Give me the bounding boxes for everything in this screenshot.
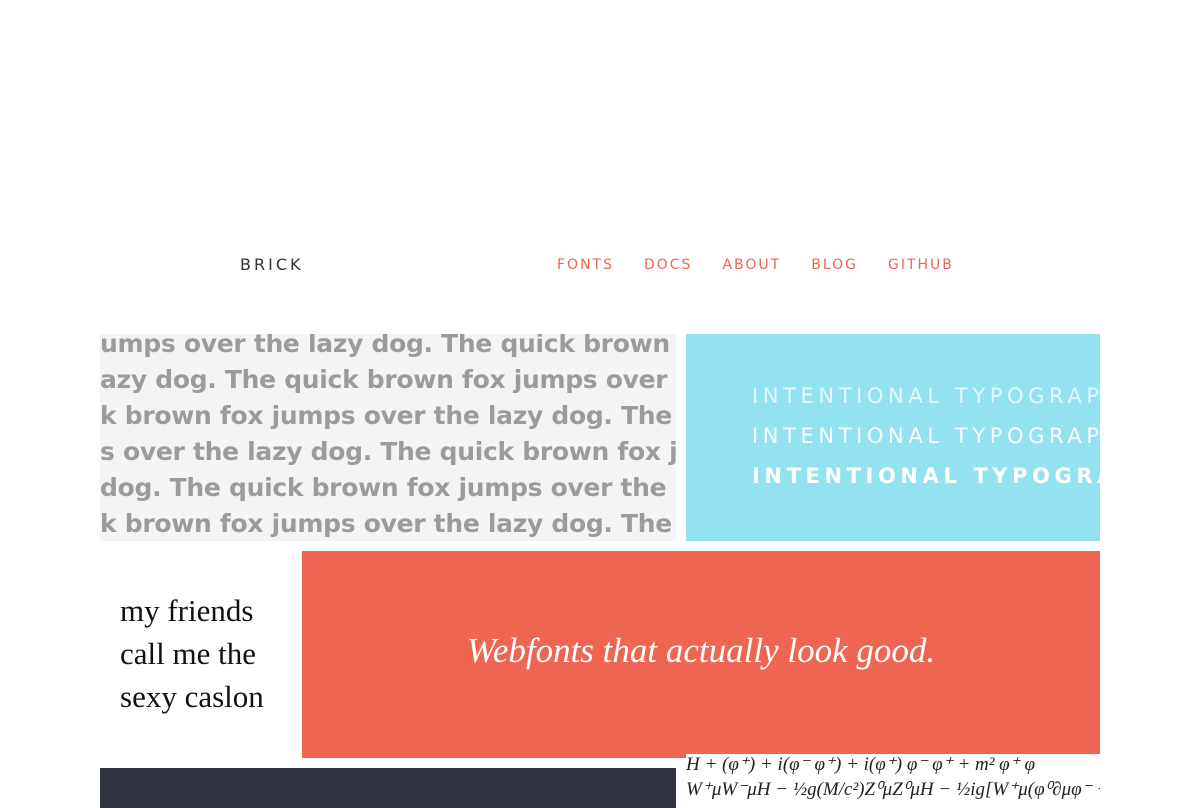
caslon-line: my friends [120,593,254,628]
pangram-line: k brown fox jumps over the lazy dog. The… [100,509,676,538]
typography-line-light: INTENTIONAL TYPOGRAPHY [752,384,1100,408]
math-formula-line: W⁺μW⁻μH − ½g(M/c²)Z⁰μZ⁰μH − ½ig[W⁺μ(φ⁰∂μ… [686,779,1100,800]
site-header: BRICK FONTS DOCS ABOUT BLOG GITHUB [0,0,1200,320]
math-tile: H + (φ⁺) + i(φ⁻ φ⁺) + i(φ⁺) φ⁻ φ⁺ + m² φ… [686,754,1100,804]
caslon-line: call me the [120,636,256,671]
nav-link-blog[interactable]: BLOG [811,256,858,274]
webfonts-tile: Webfonts that actually look good. [302,551,1100,758]
main-nav: FONTS DOCS ABOUT BLOG GITHUB [557,256,954,274]
typography-tile: INTENTIONAL TYPOGRAPHY INTENTIONAL TYPOG… [686,334,1100,541]
webfonts-tagline: Webfonts that actually look good. [466,631,936,670]
typography-line-bold: INTENTIONAL TYPOGRAPHY [752,464,1100,488]
typography-line-regular: INTENTIONAL TYPOGRAPHY [752,424,1100,448]
pangram-line: dog. The quick brown fox jumps over the … [100,473,676,502]
math-formula-line: H + (φ⁺) + i(φ⁻ φ⁺) + i(φ⁺) φ⁻ φ⁺ + m² φ… [686,754,1035,775]
nav-link-about[interactable]: ABOUT [722,256,781,274]
caslon-line: sexy caslon [120,679,264,714]
pangram-line: azy dog. The quick brown fox jumps over … [100,365,676,394]
pangram-line: s over the lazy dog. The quick brown fox… [100,437,676,466]
caslon-tile: my friends call me the sexy caslon [100,551,292,758]
dark-tile [100,768,676,808]
brand-logo-link[interactable]: BRICK [240,256,303,274]
pangram-line: k brown fox jumps over the lazy dog. The… [100,401,676,430]
pangram-tile: umps over the lazy dog. The quick brown … [100,334,676,541]
nav-link-docs[interactable]: DOCS [644,256,692,274]
nav-link-github[interactable]: GITHUB [888,256,954,274]
nav-link-fonts[interactable]: FONTS [557,256,614,274]
pangram-line: umps over the lazy dog. The quick brown … [100,334,676,358]
